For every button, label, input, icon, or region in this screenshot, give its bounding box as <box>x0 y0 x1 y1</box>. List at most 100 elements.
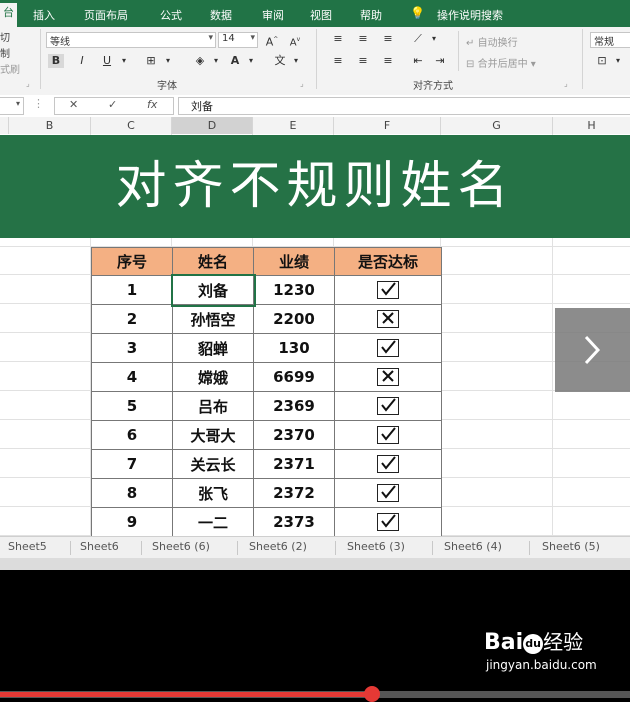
cell-score[interactable]: 1230 <box>253 275 335 305</box>
font-color-button[interactable]: A <box>227 54 243 68</box>
column-header-f[interactable]: F <box>334 117 441 134</box>
cell-name[interactable]: 大哥大 <box>172 420 254 450</box>
cell-name[interactable]: 关云长 <box>172 449 254 479</box>
cell-name[interactable]: 刘备 <box>170 273 256 307</box>
chevron-down-icon[interactable]: ▾ <box>288 54 304 68</box>
sheet-tab[interactable]: Sheet6 (6) <box>152 540 210 553</box>
cell-no[interactable]: 2 <box>91 304 173 334</box>
shrink-font-button[interactable]: Av <box>287 33 303 48</box>
header-no[interactable]: 序号 <box>91 247 173 276</box>
copy-button[interactable]: 制 <box>0 45 10 60</box>
tell-me-search[interactable]: 操作说明搜索 <box>437 7 503 23</box>
worksheet-grid[interactable]: 对齐不规则姓名 序号 姓名 业绩 是否达标 1 刘备 1230 2 孙悟空 2200 3 貂蝉… <box>0 134 630 536</box>
border-icon[interactable]: ⊞ <box>143 54 159 68</box>
cell-pass[interactable] <box>334 391 442 421</box>
cell-no[interactable]: 3 <box>91 333 173 363</box>
header-name[interactable]: 姓名 <box>172 247 254 276</box>
bold-button[interactable]: B <box>48 54 64 68</box>
cell-pass[interactable] <box>334 420 442 450</box>
format-painter-button[interactable]: 式刷 <box>0 61 20 76</box>
increase-indent-icon[interactable]: ⇥ <box>432 54 448 68</box>
tab-page-layout[interactable]: 页面布局 <box>84 7 128 23</box>
italic-button[interactable]: I <box>74 54 90 68</box>
align-right-icon[interactable]: ≡ <box>380 54 396 68</box>
sheet-tab[interactable]: Sheet6 <box>80 540 119 553</box>
cell-no[interactable]: 4 <box>91 362 173 392</box>
video-progress-handle[interactable] <box>363 686 380 702</box>
cell-no[interactable]: 7 <box>91 449 173 479</box>
cell-pass[interactable] <box>334 275 442 305</box>
next-slide-button[interactable] <box>555 308 630 392</box>
header-pass[interactable]: 是否达标 <box>334 247 442 276</box>
chevron-down-icon[interactable]: ▾ <box>160 54 176 68</box>
header-score[interactable]: 业绩 <box>253 247 335 276</box>
cell-no[interactable]: 8 <box>91 478 173 508</box>
chevron-down-icon[interactable]: ▾ <box>243 54 259 68</box>
decrease-indent-icon[interactable]: ⇤ <box>410 54 426 68</box>
cell-pass[interactable] <box>334 304 442 334</box>
cell-score[interactable]: 2200 <box>253 304 335 334</box>
tab-review[interactable]: 审阅 <box>262 7 284 23</box>
cell-score[interactable]: 130 <box>253 333 335 363</box>
cell-score[interactable]: 2369 <box>253 391 335 421</box>
column-header-d[interactable]: D <box>172 117 253 134</box>
chevron-down-icon[interactable]: ▾ <box>610 54 626 68</box>
formula-input[interactable]: 刘备 <box>178 97 630 115</box>
cell-no[interactable]: 5 <box>91 391 173 421</box>
grow-font-button[interactable]: A^ <box>264 33 280 49</box>
cell-name[interactable]: 一二 <box>172 507 254 536</box>
cell-score[interactable]: 2372 <box>253 478 335 508</box>
cell-no[interactable]: 6 <box>91 420 173 450</box>
align-center-icon[interactable]: ≡ <box>355 54 371 68</box>
cell-pass[interactable] <box>334 478 442 508</box>
tab-insert[interactable]: 插入 <box>33 7 55 23</box>
column-header-e[interactable]: E <box>253 117 334 134</box>
column-header-c[interactable]: C <box>91 117 172 134</box>
cell-name[interactable]: 貂蝉 <box>172 333 254 363</box>
name-box[interactable]: ▾ <box>0 97 24 115</box>
tab-data[interactable]: 数据 <box>210 7 232 23</box>
align-middle-icon[interactable]: ≡ <box>355 32 371 46</box>
cancel-icon[interactable]: ✕ <box>69 98 78 111</box>
cell-pass[interactable] <box>334 362 442 392</box>
tab-home[interactable]: 台 <box>0 3 17 27</box>
orientation-icon[interactable]: ⟋ <box>410 32 426 46</box>
tab-view[interactable]: 视图 <box>310 7 332 23</box>
column-header-b[interactable]: B <box>9 117 91 134</box>
number-format-select[interactable]: 常规 <box>590 32 630 48</box>
cell-no[interactable]: 9 <box>91 507 173 536</box>
sheet-tab[interactable]: Sheet6 (4) <box>444 540 502 553</box>
cell-name[interactable]: 嫦娥 <box>172 362 254 392</box>
enter-icon[interactable]: ✓ <box>108 98 117 111</box>
chevron-down-icon[interactable]: ▾ <box>116 54 132 68</box>
wrap-text-button[interactable]: ↵ 自动换行 <box>466 34 518 49</box>
cell-pass[interactable] <box>334 507 442 536</box>
cell-pass[interactable] <box>334 449 442 479</box>
cell-score[interactable]: 2373 <box>253 507 335 536</box>
cell-no[interactable]: 1 <box>91 275 173 305</box>
tab-formulas[interactable]: 公式 <box>160 7 182 23</box>
lightbulb-icon[interactable]: 💡 <box>410 6 425 20</box>
font-name-select[interactable]: 等线 ▾ <box>46 32 216 48</box>
currency-icon[interactable]: ⊡ <box>594 54 610 68</box>
cell-score[interactable]: 6699 <box>253 362 335 392</box>
tab-help[interactable]: 帮助 <box>360 7 382 23</box>
merge-center-button[interactable]: ⊟ 合并后居中 ▾ <box>466 55 536 70</box>
column-header-g[interactable]: G <box>441 117 553 134</box>
align-bottom-icon[interactable]: ≡ <box>380 32 396 46</box>
align-top-icon[interactable]: ≡ <box>330 32 346 46</box>
dialog-launcher-icon[interactable]: ⌟ <box>564 79 568 88</box>
cell-name[interactable]: 张飞 <box>172 478 254 508</box>
chevron-down-icon[interactable]: ▾ <box>426 32 442 46</box>
underline-button[interactable]: U <box>99 54 115 68</box>
cell-pass[interactable] <box>334 333 442 363</box>
cell-name[interactable]: 吕布 <box>172 391 254 421</box>
dialog-launcher-icon[interactable]: ⌟ <box>26 79 30 88</box>
cut-button[interactable]: 切 <box>0 29 10 44</box>
phonetic-icon[interactable]: 文 <box>272 54 288 68</box>
sheet-tab[interactable]: Sheet6 (5) <box>542 540 600 553</box>
cell-name[interactable]: 孙悟空 <box>172 304 254 334</box>
dialog-launcher-icon[interactable]: ⌟ <box>300 79 304 88</box>
cell-score[interactable]: 2370 <box>253 420 335 450</box>
cell-score[interactable]: 2371 <box>253 449 335 479</box>
